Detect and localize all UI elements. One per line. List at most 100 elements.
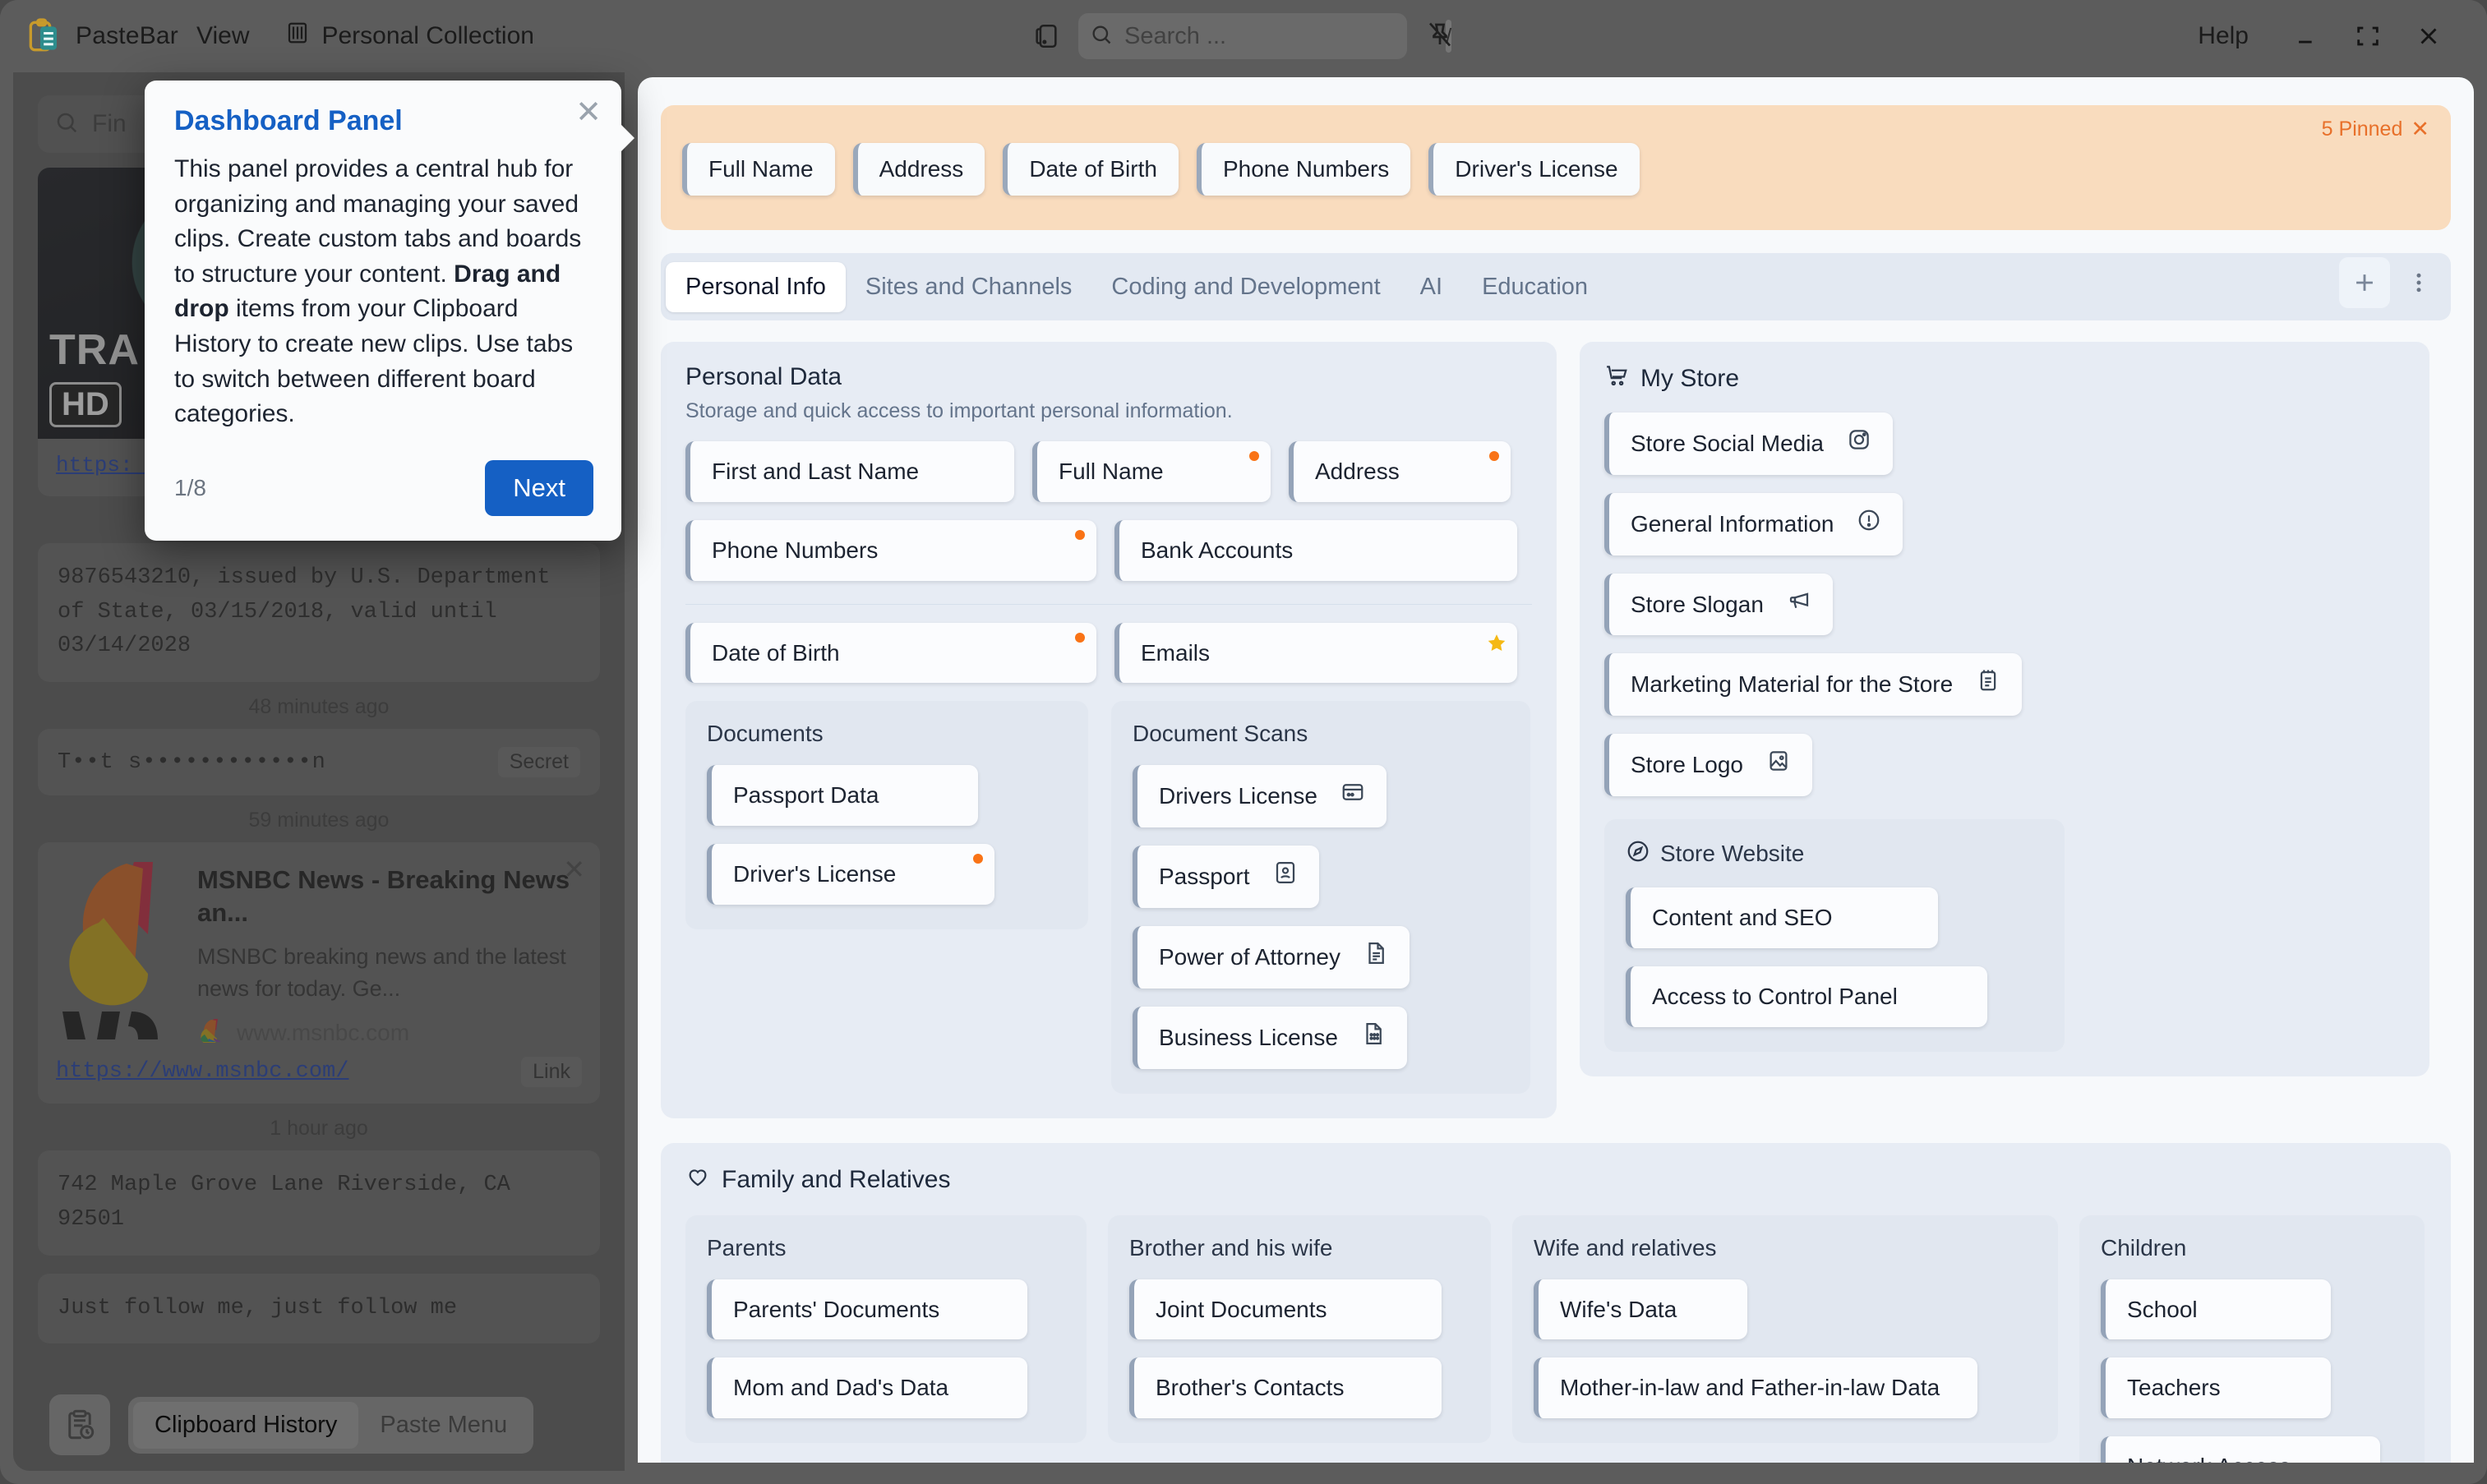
close-icon[interactable] [2398, 0, 2459, 72]
tab-paste-menu[interactable]: Paste Menu [358, 1402, 528, 1449]
panel-title: My Store [1604, 363, 2405, 394]
clip-store-logo[interactable]: Store Logo [1604, 734, 1812, 796]
clip-scan-power-of-attorney[interactable]: Power of Attorney [1133, 925, 1410, 989]
clip-network-access[interactable]: Network Access [2101, 1436, 2380, 1463]
document-list-icon [1361, 1021, 1386, 1054]
clip-content-and-seo[interactable]: Content and SEO [1626, 887, 1938, 948]
modified-dot-icon [1075, 632, 1085, 643]
clip-column: Drivers License Passport Power of Attorn… [1133, 765, 1509, 1069]
clip-column: Passport Data Driver's License [707, 765, 1067, 905]
pinned-chip[interactable]: Address [852, 143, 985, 196]
collection-icon [285, 21, 310, 52]
clip-general-information[interactable]: General Information [1604, 492, 1903, 555]
clip-label: Mother-in-law and Father-in-law Data [1560, 1375, 1940, 1401]
sidebar-search-placeholder: Fin [92, 110, 127, 137]
clip-label: Store Social Media [1631, 431, 1825, 456]
thumbnail-title: TRA [49, 326, 140, 374]
msnbc-peacock-logo-icon [56, 859, 179, 1048]
clip-store-social-media[interactable]: Store Social Media [1604, 412, 1894, 475]
clip-scan-drivers-license[interactable]: Drivers License [1133, 765, 1387, 828]
list-item[interactable]: ✕ MSNBC News - Breaking News an... MSNBC… [38, 842, 600, 1104]
thumbnail-hd-badge: HD [49, 382, 122, 427]
tab-sites-and-channels[interactable]: Sites and Channels [846, 262, 1092, 312]
clip-passport-data[interactable]: Passport Data [707, 765, 978, 827]
clip-label: School [2127, 1296, 2198, 1322]
next-button[interactable]: Next [485, 459, 593, 516]
app-name: PasteBar [76, 22, 178, 49]
tooltip-title: Dashboard Panel [174, 105, 403, 136]
modified-dot-icon [1249, 451, 1259, 461]
modified-dot-icon [1075, 529, 1085, 540]
clip-scan-passport[interactable]: Passport [1133, 846, 1319, 908]
unpin-icon[interactable] [1425, 20, 1455, 53]
clip-date-of-birth[interactable]: Date of Birth [685, 622, 1096, 684]
close-icon[interactable]: ✕ [575, 97, 602, 128]
clip-bank-accounts[interactable]: Bank Accounts [1114, 519, 1517, 581]
clip-access-to-control-panel[interactable]: Access to Control Panel [1626, 966, 1987, 1027]
notepad-icon [1976, 668, 2000, 701]
clip-wifes-data[interactable]: Wife's Data [1534, 1279, 1747, 1340]
subpanel-title: Store Website [1626, 839, 2043, 869]
clip-label: Drivers License [1159, 783, 1317, 809]
pinned-chip[interactable]: Phone Numbers [1196, 143, 1411, 196]
pinned-chip[interactable]: Driver's License [1428, 143, 1640, 196]
clip-joint-documents[interactable]: Joint Documents [1129, 1279, 1442, 1340]
masked-text: T••t s••••••••••••n [58, 749, 326, 775]
help-button[interactable]: Help [2170, 22, 2277, 50]
clip-label: Date of Birth [712, 639, 840, 666]
link-url[interactable]: https://www.msnbc.com/ [56, 1059, 348, 1084]
list-item[interactable]: 9876543210, issued by U.S. Department of… [38, 542, 600, 683]
clipboard-logo-icon [28, 18, 76, 54]
subpanel-title: Parents [707, 1234, 787, 1260]
tooltip-arrow [620, 123, 634, 153]
clip-full-name[interactable]: Full Name [1032, 441, 1271, 502]
search-box[interactable]: / [1078, 13, 1452, 59]
clip-mother-in-law-and-father-in-law-data[interactable]: Mother-in-law and Father-in-law Data [1534, 1357, 1977, 1419]
more-vertical-icon[interactable] [2393, 257, 2444, 308]
pinned-chip[interactable]: Date of Birth [1003, 143, 1179, 196]
menu-view[interactable]: View [178, 22, 267, 50]
clip-parents-documents[interactable]: Parents' Documents [707, 1279, 1027, 1340]
passport-icon [1273, 860, 1298, 893]
clip-store-slogan[interactable]: Store Slogan [1604, 573, 1833, 636]
panel-toggle-icon[interactable] [1032, 22, 1060, 50]
maximize-icon[interactable] [2337, 0, 2398, 72]
clip-school[interactable]: School [2101, 1279, 2331, 1340]
clip-first-and-last-name[interactable]: First and Last Name [685, 441, 1014, 502]
clip-mom-and-dads-data[interactable]: Mom and Dad's Data [707, 1357, 1027, 1419]
clip-address[interactable]: Address [1289, 441, 1511, 502]
pinned-bar: 5 Pinned ✕ Full Name Address Date of Bir… [661, 105, 2451, 230]
panel-my-store: My Store Store Social Media General Info… [1580, 342, 2429, 1076]
clip-marketing-material[interactable]: Marketing Material for the Store [1604, 653, 2023, 717]
pinned-chip[interactable]: Full Name [682, 143, 835, 196]
tab-coding-and-development[interactable]: Coding and Development [1091, 262, 1400, 312]
clip-brothers-contacts[interactable]: Brother's Contacts [1129, 1357, 1442, 1419]
clip-scan-business-license[interactable]: Business License [1133, 1006, 1407, 1069]
clip-teachers[interactable]: Teachers [2101, 1357, 2331, 1419]
clip-label: Passport Data [733, 782, 879, 809]
dashboard-panel: 5 Pinned ✕ Full Name Address Date of Bir… [638, 77, 2474, 1463]
image-icon [1766, 749, 1791, 781]
collection-selector[interactable]: Personal Collection [267, 21, 551, 52]
sidebar-footer-tabs: Clipboard History Paste Menu [128, 1396, 534, 1454]
search-icon [1090, 23, 1113, 50]
plus-icon[interactable] [2339, 257, 2390, 308]
clip-row: First and Last Name Full Name Address [685, 441, 1532, 502]
close-icon[interactable]: ✕ [2411, 117, 2429, 142]
search-input[interactable] [1124, 22, 1434, 50]
clip-drivers-license[interactable]: Driver's License [707, 844, 994, 905]
list-item-timestamp: 1 hour ago [270, 1116, 368, 1140]
tab-personal-info[interactable]: Personal Info [666, 261, 846, 312]
list-item[interactable]: Just follow me, just follow me [38, 1273, 600, 1344]
list-item[interactable]: T••t s••••••••••••n Secret [38, 729, 600, 796]
close-icon[interactable]: ✕ [563, 854, 585, 885]
clip-phone-numbers[interactable]: Phone Numbers [685, 519, 1096, 581]
clip-emails[interactable]: Emails [1114, 622, 1517, 684]
clipboard-history-icon[interactable] [49, 1394, 110, 1455]
tab-ai[interactable]: AI [1400, 262, 1462, 312]
modified-dot-icon [973, 854, 983, 864]
list-item[interactable]: 742 Maple Grove Lane Riverside, CA 92501 [38, 1150, 600, 1256]
minimize-icon[interactable] [2277, 0, 2337, 72]
tab-clipboard-history[interactable]: Clipboard History [133, 1401, 359, 1449]
tab-education[interactable]: Education [1462, 262, 1608, 312]
